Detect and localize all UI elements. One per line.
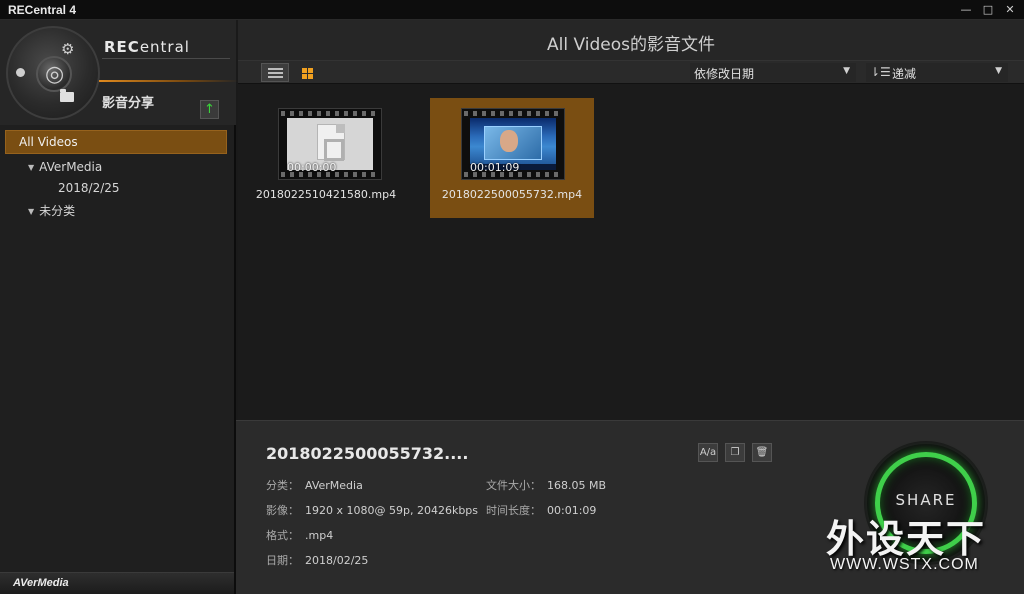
dial-center[interactable]: ◎: [36, 56, 72, 92]
sidebar: ◎ ⚙ RECentral 影音分享 ↑ All Videos ▼ AVerMed…: [0, 20, 239, 594]
recentral-logo-icon: ◎: [45, 62, 65, 87]
main-header: All Videos的影音文件: [238, 20, 1024, 60]
detail-video-info: 影像： 1920 x 1080@ 59p, 20426kbps: [266, 504, 479, 517]
section-label: 影音分享: [102, 96, 155, 111]
minimize-button[interactable]: —: [956, 2, 976, 18]
tree-item-label: All Videos: [19, 135, 78, 149]
gear-icon[interactable]: ⚙: [61, 40, 74, 58]
tree-item-date[interactable]: 2018/2/25: [58, 181, 120, 195]
view-toolbar: 依修改日期 ▼ ⇂☰ 递减 ▼: [238, 60, 1024, 84]
tree-item-uncategorized[interactable]: ▼ 未分类: [28, 202, 75, 219]
tree-item-avermedia[interactable]: ▼ AVerMedia: [28, 160, 102, 174]
rename-icon: A/a: [699, 447, 717, 458]
grid-view-button[interactable]: [293, 63, 321, 82]
share-label: SHARE: [895, 491, 957, 509]
record-dot-icon[interactable]: [16, 68, 25, 77]
detail-duration: 时间长度： 00:01:09: [486, 504, 597, 517]
tree-item-label: 2018/2/25: [58, 181, 120, 195]
video-duration: 00:00:00: [287, 161, 337, 174]
sort-descending-icon: ⇂☰: [870, 65, 891, 79]
list-view-icon: [268, 68, 283, 78]
tree-item-all-videos[interactable]: All Videos: [5, 130, 227, 154]
delete-button[interactable]: 🗑: [752, 443, 772, 462]
app-logo: RECentral: [104, 38, 190, 56]
detail-category: 分类： AVerMedia: [266, 479, 363, 492]
selected-video-title: 2018022500055732....: [266, 444, 469, 463]
tree-item-label: AVerMedia: [39, 160, 103, 174]
sort-field-dropdown[interactable]: 依修改日期 ▼: [690, 63, 856, 82]
detail-date: 日期： 2018/02/25: [266, 554, 369, 567]
video-duration: 00:01:09: [470, 161, 520, 174]
rename-button[interactable]: A/a: [698, 443, 718, 462]
logo-divider: [102, 58, 230, 59]
chevron-down-icon: ▼: [843, 66, 850, 76]
sort-field-value: 依修改日期: [694, 67, 755, 81]
video-thumbnail-selected[interactable]: 00:01:09 2018022500055732.mp4: [430, 98, 594, 218]
upload-button[interactable]: ↑: [200, 100, 219, 119]
watermark-text: 外设天下: [826, 517, 987, 561]
sort-order-dropdown[interactable]: ⇂☰ 递减 ▼: [866, 63, 1008, 82]
avermedia-logo: AVerMedia: [13, 577, 69, 589]
detail-file-size: 文件大小： 168.05 MB: [486, 479, 607, 492]
main-panel: All Videos的影音文件 依修改日期 ▼ ⇂☰ 递减 ▼ 00:00:00…: [238, 20, 1024, 420]
copy-button[interactable]: ❐: [725, 443, 745, 462]
trash-icon: 🗑: [755, 447, 769, 458]
video-thumbnail[interactable]: 00:00:00 2018022510421580.mp4: [256, 98, 430, 218]
page-title: All Videos的影音文件: [547, 35, 715, 55]
tree-item-label: 未分类: [39, 204, 76, 218]
dial-indicator-line: [99, 80, 239, 82]
film-frame: 00:01:09: [461, 108, 565, 180]
list-view-button[interactable]: [261, 63, 289, 82]
close-button[interactable]: ✕: [1000, 2, 1020, 18]
video-filename: 2018022500055732.mp4: [441, 188, 583, 201]
video-filename: 2018022510421580.mp4: [255, 188, 397, 201]
window-title: RECentral 4: [8, 3, 77, 17]
sort-order-value: 递减: [892, 67, 917, 81]
title-bar: RECentral 4 — □ ✕: [0, 0, 1024, 20]
expand-triangle-icon[interactable]: ▼: [28, 163, 34, 172]
copy-icon: ❐: [730, 447, 740, 458]
maximize-button[interactable]: □: [978, 2, 998, 18]
film-frame: 00:00:00: [278, 108, 382, 180]
sidebar-footer: AVerMedia: [0, 572, 234, 594]
detail-format: 格式： .mp4: [266, 529, 334, 542]
video-file-icon: [317, 124, 345, 161]
navigation-dial[interactable]: ◎ ⚙: [6, 26, 239, 120]
upload-arrow-icon: ↑: [204, 102, 215, 117]
expand-triangle-icon[interactable]: ▼: [28, 207, 34, 216]
brand-header: ◎ ⚙ RECentral 影音分享 ↑: [0, 20, 239, 125]
chevron-down-icon: ▼: [995, 66, 1002, 76]
folder-icon[interactable]: [60, 89, 74, 102]
watermark-url: WWW.WSTX.COM: [830, 556, 979, 573]
